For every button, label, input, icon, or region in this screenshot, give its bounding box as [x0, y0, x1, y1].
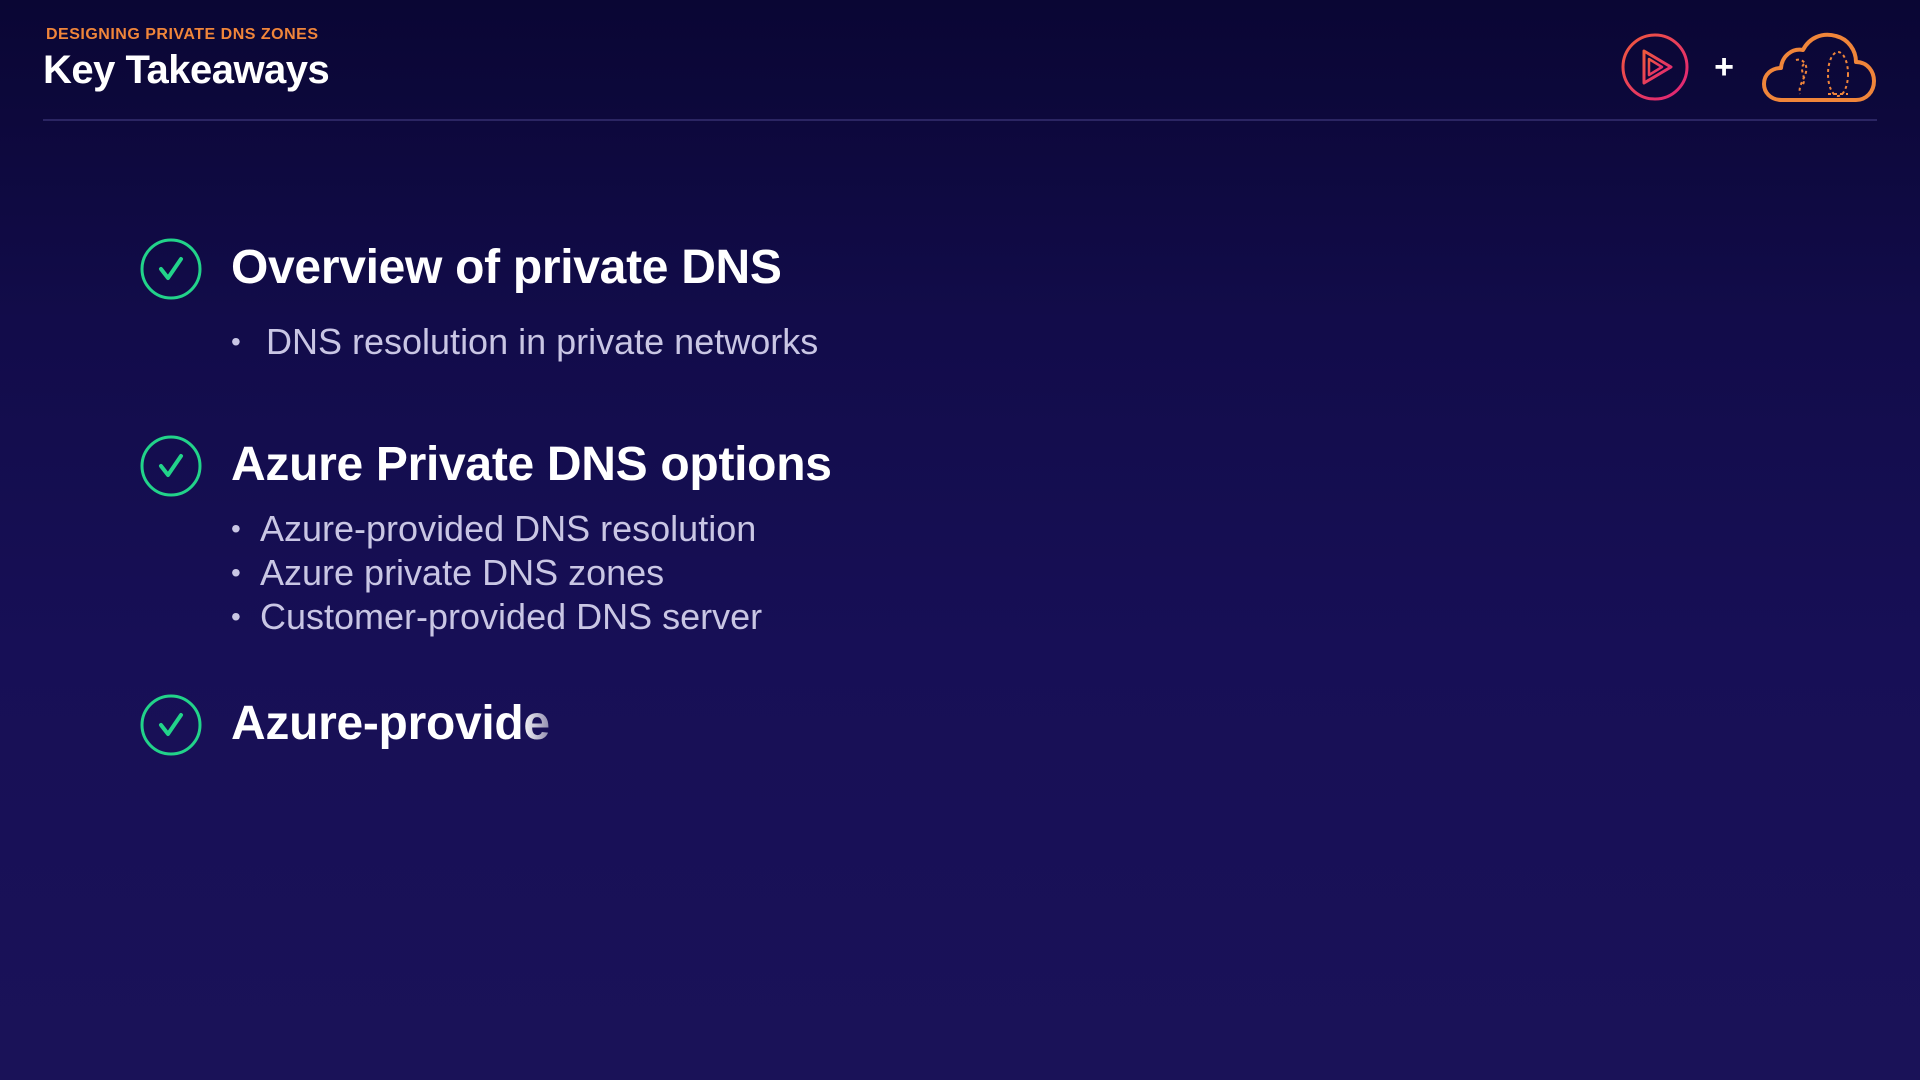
- header-divider: [43, 119, 1877, 121]
- takeaway-heading: Azure Private DNS options: [231, 438, 832, 491]
- page-title: Key Takeaways: [43, 48, 330, 92]
- takeaway-bullets: Azure-provided DNS resolution Azure priv…: [231, 507, 762, 639]
- cloud-logo-icon: [1762, 32, 1876, 102]
- check-circle-icon: [140, 435, 202, 497]
- takeaway-bullets: DNS resolution in private networks: [231, 320, 818, 364]
- check-circle-icon: [140, 694, 202, 756]
- brand-logos: +: [1620, 30, 1878, 104]
- bullet-item: Customer-provided DNS server: [231, 595, 762, 639]
- play-logo-icon: [1621, 33, 1689, 101]
- check-circle-icon: [140, 238, 202, 300]
- bullet-item: Azure-provided DNS resolution: [231, 507, 762, 551]
- slide-header: DESIGNING PRIVATE DNS ZONES Key Takeaway…: [43, 26, 1877, 120]
- bullet-item: Azure private DNS zones: [231, 551, 762, 595]
- section-eyebrow: DESIGNING PRIVATE DNS ZONES: [46, 26, 319, 43]
- plus-sign: +: [1714, 47, 1734, 86]
- takeaway-heading: Overview of private DNS: [231, 241, 782, 294]
- takeaway-heading: Azure-provide: [231, 697, 550, 750]
- bullet-item: DNS resolution in private networks: [231, 320, 818, 364]
